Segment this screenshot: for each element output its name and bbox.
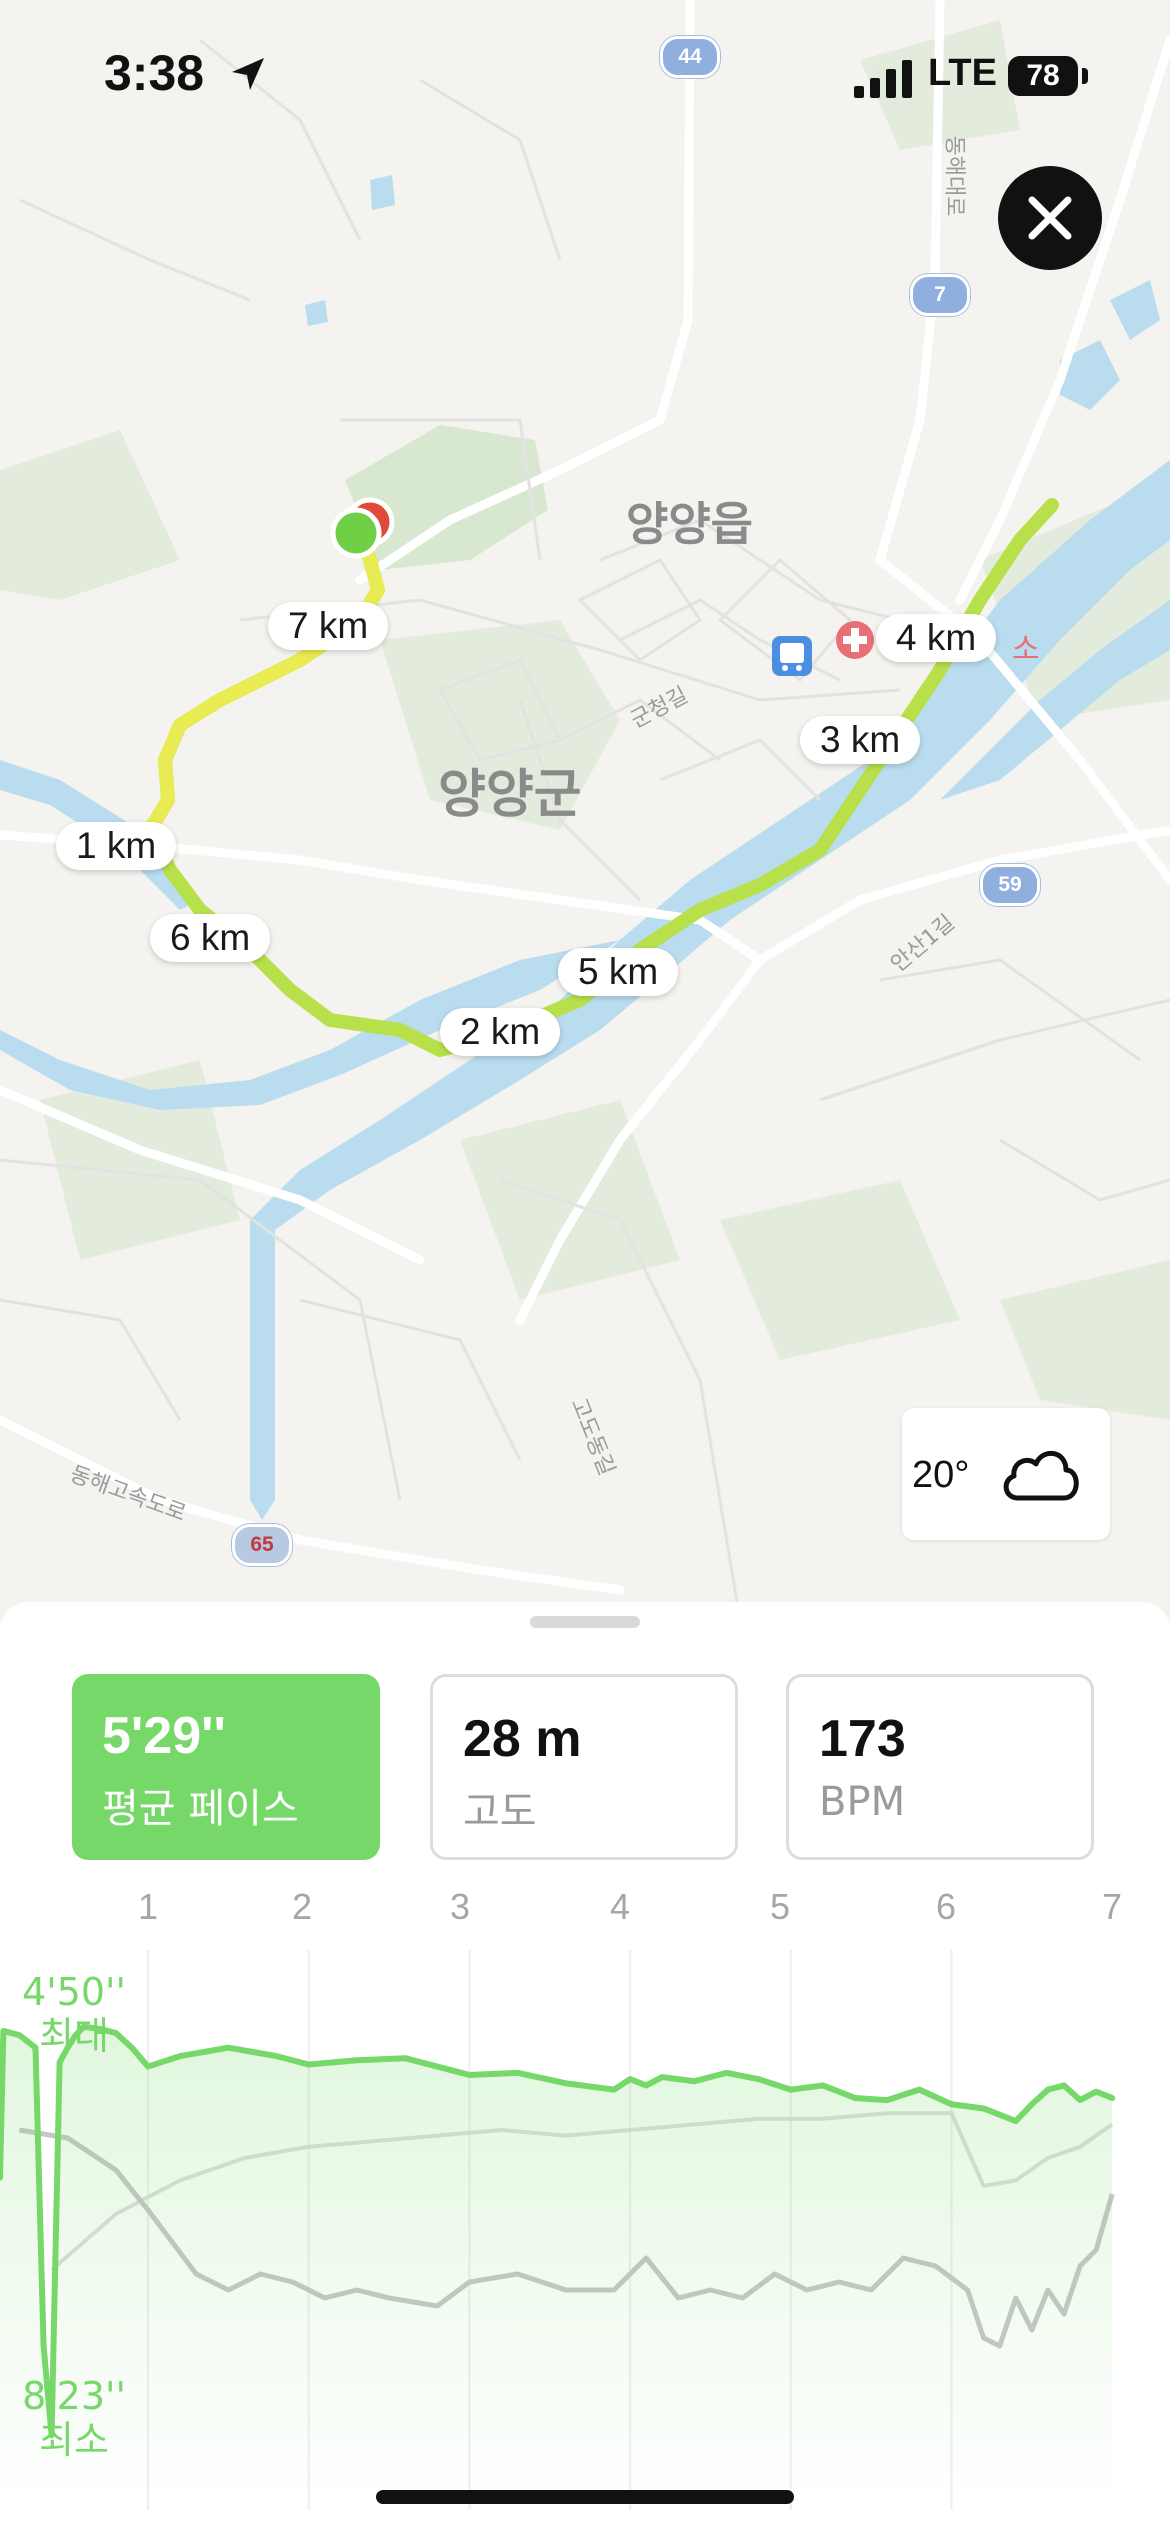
home-indicator[interactable] [376,2490,794,2504]
status-time: 3:38 [104,45,205,101]
max-pace-label: 최대 [39,2014,109,2058]
km-marker: 3 km [800,716,921,764]
close-button[interactable] [998,166,1102,270]
metric-card-elevation[interactable]: 28 m 고도 [430,1674,738,1860]
network-type: LTE [928,52,997,94]
x-tick-label: 5 [769,1886,791,1927]
sheet-grabber[interactable] [530,1616,640,1628]
bus-icon[interactable] [772,636,812,676]
workout-detail-sheet[interactable]: 5'29'' 평균 페이스 28 m 고도 173 BPM 1 2 3 4 5 … [0,1602,1170,2532]
place-label: 양양군 [438,765,582,825]
map-view[interactable]: 양양읍 양양군 동해대로 군청길 안산1길 고도동길 동해고속도로 소 44 7… [0,0,1170,1620]
weather-temperature: 20° [912,1454,970,1496]
close-icon [1028,196,1072,240]
metric-label: 평균 페이스 [102,1786,299,1832]
x-tick-label: 4 [609,1886,631,1927]
location-arrow-icon [232,58,264,90]
metric-card-pace[interactable]: 5'29'' 평균 페이스 [72,1674,380,1860]
pace-chart[interactable] [0,1950,1170,2510]
route-shield: 65 [232,1524,292,1566]
km-marker: 2 km [440,1008,561,1056]
min-pace-value: 8'23'' [22,2374,126,2418]
x-tick-label: 6 [935,1886,957,1927]
km-marker: 5 km [558,948,679,996]
max-pace-annotation: 4'50'' 최대 [14,1970,134,2058]
x-tick-label: 3 [449,1886,471,1927]
x-tick-label: 2 [291,1886,313,1927]
x-tick-label: 1 [137,1886,159,1927]
route-shield: 59 [980,864,1040,906]
map-canvas[interactable] [0,0,1170,1620]
km-marker: 7 km [268,602,389,650]
road-label: 동해대로 [941,135,967,217]
km-marker: 6 km [150,914,271,962]
route-shield: 7 [910,274,970,316]
metric-value: 5'29'' [102,1707,226,1765]
hospital-icon[interactable] [836,621,874,659]
weather-badge[interactable]: 20° [902,1408,1110,1540]
min-pace-annotation: 8'23'' 최소 [14,2374,134,2462]
battery-icon: 78 [1008,56,1078,96]
battery-cap [1082,68,1088,84]
place-label: 양양읍 [626,497,753,551]
km-marker: 4 km [876,614,997,662]
min-pace-label: 최소 [39,2418,109,2462]
max-pace-value: 4'50'' [22,1970,126,2014]
start-marker [330,507,382,559]
metric-label: BPM [819,1779,906,1825]
route-shield: 44 [660,36,720,78]
metric-card-heart-rate[interactable]: 173 BPM [786,1674,1094,1860]
x-tick-label: 7 [1101,1886,1123,1927]
metric-value: 28 m [463,1710,582,1768]
metric-value: 173 [819,1710,906,1768]
metric-label: 고도 [463,1789,537,1835]
cloud-icon [1003,1451,1079,1501]
poi-label: 소 [1012,632,1040,667]
km-marker: 1 km [56,822,177,870]
signal-icon [854,60,912,98]
